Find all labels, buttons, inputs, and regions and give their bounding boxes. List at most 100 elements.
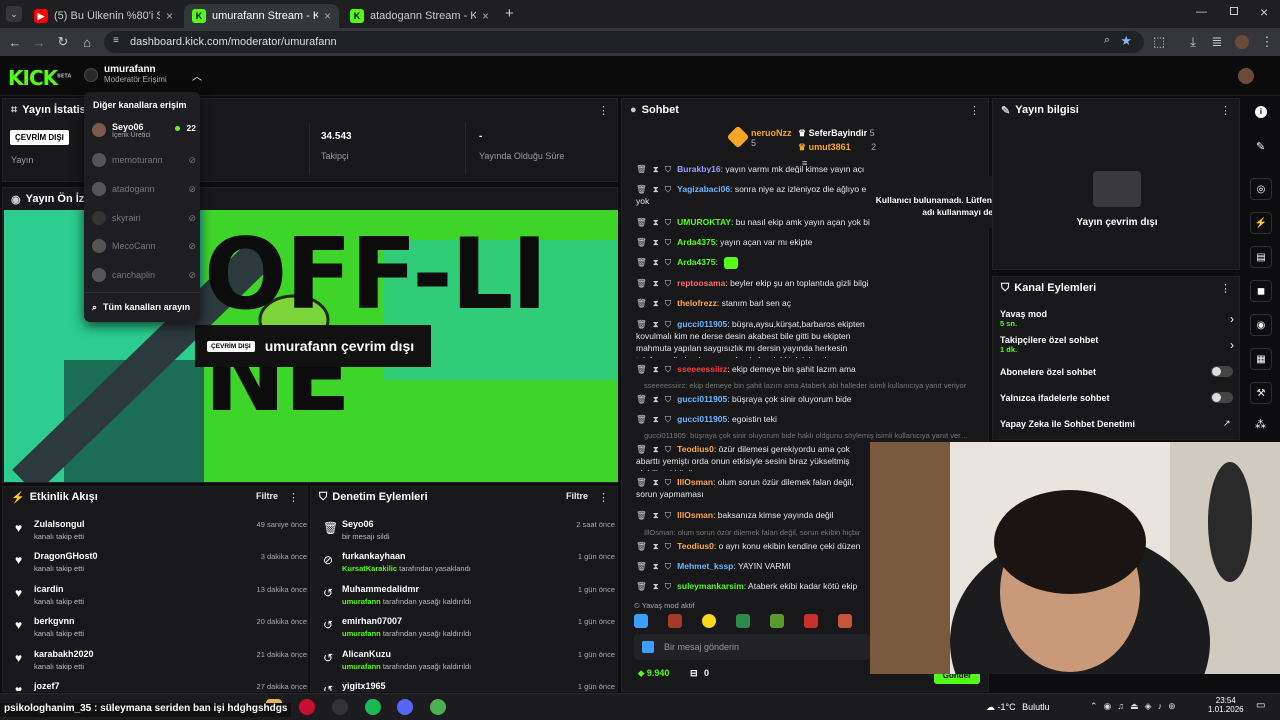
followers-only-setting[interactable]: Takipçilere özel sohbet 1 dk. › [1000, 335, 1234, 357]
more-icon[interactable]: ⋮ [1220, 282, 1231, 295]
chat-username[interactable]: Arda4375 [677, 257, 715, 267]
kick-logo[interactable]: KICKBETA [8, 66, 71, 90]
chat-username[interactable]: gucci011905 [677, 414, 727, 424]
channel-item-mecocann[interactable]: MecoCann ⊘ [92, 236, 196, 256]
profile-avatar[interactable] [1235, 35, 1249, 49]
more-icon[interactable]: ⋮ [288, 491, 299, 504]
timeout-icon[interactable]: ⧗ [653, 184, 659, 194]
timeout-icon[interactable]: ⧗ [653, 541, 659, 551]
chat-message[interactable]: 🗑 ⧗ ⛉ Yagizabaci06: sonra niye az izleniyoz… [636, 183, 870, 211]
emote-icon[interactable] [668, 614, 682, 628]
chat-message[interactable]: 🗑 ⧗ ⛉ Teodius0: o ayrı konu ekibin kendine … [636, 540, 870, 554]
chat-username[interactable]: Yagizabaci06 [677, 184, 730, 194]
filter-button[interactable]: Filtre [566, 491, 588, 501]
channel-item-skyrairi[interactable]: skyrairi ⊘ [92, 208, 196, 228]
moderation-item[interactable]: ↺ Muhammedalidmr umurafann tarafından ya… [319, 580, 615, 612]
gift-count[interactable]: ⊟ 0 [690, 668, 709, 679]
chevron-up-icon[interactable]: ︿ [192, 68, 202, 83]
edit-icon[interactable]: ✎ [1256, 140, 1265, 153]
user-avatar[interactable] [1238, 68, 1254, 84]
chat-message[interactable]: 🗑 ⧗ ⛉ gucci011905: egoistin teki [636, 413, 870, 427]
activity-item[interactable]: ♥ jozef7 27 dakika önce [11, 677, 307, 691]
download-icon[interactable]: ⤓ [1184, 33, 1202, 51]
chat-message[interactable]: 🗑 ⧗ ⛉ IllOsman: olum sorun özür dilemek fal… [636, 476, 870, 504]
minimize-icon[interactable]: — [1196, 6, 1207, 18]
timeout-icon[interactable]: ⧗ [653, 257, 659, 267]
restore-icon[interactable] [1230, 7, 1238, 15]
moderation-item[interactable]: ↺ emirhan07007 umurafann tarafından yasa… [319, 612, 615, 644]
chat-username[interactable]: Arda4375 [677, 237, 715, 247]
chat-message[interactable]: 🗑 ⧗ ⛉ Teodius0: özür dilemesi gerekiyordu a… [636, 443, 870, 471]
activity-item[interactable]: ♥ karabakh2020 kanalı takip etti 21 daki… [11, 645, 307, 677]
chat-username[interactable]: reptoosama [677, 278, 725, 288]
chat-message[interactable]: 🗑 ⧗ ⛉ thelofrezz: stanım barl sen aç [636, 297, 870, 311]
delete-icon[interactable]: 🗑 [636, 319, 647, 329]
forward-icon[interactable]: → [30, 33, 48, 51]
delete-icon[interactable]: 🗑 [636, 237, 647, 247]
delete-icon[interactable]: 🗑 [636, 477, 647, 487]
channel-item-canchaplin[interactable]: canchaplin ⊘ [92, 265, 196, 285]
back-icon[interactable]: ← [6, 33, 24, 51]
notification-icon[interactable]: ▭ [1256, 700, 1265, 711]
emote-picker-icon[interactable] [642, 641, 654, 653]
moderation-item[interactable]: ⊘ furkankayhaan KursatKarakilic tarafınd… [319, 547, 615, 579]
chat-message[interactable]: 🗑 ⧗ ⛉ suleymankarsim: Ataberk ekibi kadar k… [636, 580, 870, 594]
info-icon[interactable]: i [1255, 106, 1267, 118]
sidebar-broadcast-button[interactable]: ◉ [1250, 314, 1272, 336]
emote-icon[interactable] [838, 614, 852, 628]
channel-item-seyo06[interactable]: Seyo06 İçerik Üretici 22 [92, 120, 196, 140]
bookmark-star-icon[interactable]: ★ [1120, 33, 1132, 49]
sidebar-preview-button[interactable]: ◎ [1250, 178, 1272, 200]
delete-icon[interactable]: 🗑 [636, 541, 647, 551]
channel-item-memoturann[interactable]: memoturann ⊘ [92, 150, 196, 170]
delete-icon[interactable]: 🗑 [636, 510, 647, 520]
chat-username[interactable]: Mehmet_kssp [677, 561, 733, 571]
close-icon[interactable]: × [166, 9, 173, 23]
spotify-icon[interactable] [365, 699, 381, 715]
more-icon[interactable]: ⋮ [598, 491, 609, 504]
timeout-icon[interactable]: ⧗ [653, 237, 659, 247]
weather-widget[interactable]: ☁ -1°C Bulutlu [986, 702, 1050, 713]
external-link-icon[interactable]: ↗ [1223, 418, 1231, 429]
timeout-icon[interactable]: ⧗ [653, 477, 659, 487]
activity-item[interactable]: ♥ berkgvnn kanalı takip etti 20 dakika ö… [11, 612, 307, 644]
points-display[interactable]: ⬥ 9.940 [638, 668, 669, 679]
emote-icon[interactable] [702, 614, 716, 628]
emotes-only-toggle[interactable] [1211, 392, 1233, 403]
chat-message[interactable]: 🗑 ⧗ ⛉ Mehmet_kssp: YAYIN VARMI [636, 560, 870, 574]
sidebar-notes-button[interactable]: ▤ [1250, 246, 1272, 268]
chat-username[interactable]: IllOsman [677, 510, 713, 520]
chat-message[interactable]: 🗑 ⧗ ⛉ Arda4375: yayın açan var mı ekipte [636, 236, 870, 250]
delete-icon[interactable]: 🗑 [636, 184, 647, 194]
moderation-item[interactable]: ↺ yigitx1965 1 gün önce [319, 677, 615, 691]
close-icon[interactable]: × [324, 9, 331, 23]
delete-icon[interactable]: 🗑 [636, 394, 647, 404]
top-gifter-1[interactable] [726, 125, 750, 149]
delete-icon[interactable]: 🗑 [636, 364, 647, 374]
chat-username[interactable]: Burakby16 [677, 164, 720, 173]
subscribers-only-toggle[interactable] [1211, 366, 1233, 377]
sidebar-more-icon[interactable]: ⁂ [1255, 418, 1266, 431]
ai-moderation-label[interactable]: Yapay Zeka ile Sohbet Denetimi [1000, 419, 1135, 429]
menu-icon[interactable]: ⋮ [1258, 33, 1276, 51]
activity-item[interactable]: ♥ DragonGHost0 kanalı takip etti 3 dakik… [11, 547, 307, 579]
delete-icon[interactable]: 🗑 [636, 164, 647, 173]
delete-icon[interactable]: 🗑 [636, 561, 647, 571]
emote-icon[interactable] [770, 614, 784, 628]
close-window-icon[interactable]: × [1260, 4, 1268, 20]
chat-username[interactable]: thelofrezz [677, 298, 717, 308]
timeout-icon[interactable]: ⧗ [653, 278, 659, 288]
reload-icon[interactable]: ↻ [54, 33, 72, 51]
activity-item[interactable]: ♥ Zulalsongul kanalı takip etti 49 saniy… [11, 515, 307, 547]
sidebar-activity-button[interactable]: ⚡ [1250, 212, 1272, 234]
delete-icon[interactable]: 🗑 [636, 414, 647, 424]
clock[interactable]: 23:54 1.01.2026 [1208, 696, 1244, 714]
channel-avatar[interactable] [84, 68, 98, 82]
chat-message[interactable]: 🗑 ⧗ ⛉ gucci011905: büşraya çok sinir oluyor… [636, 393, 870, 407]
close-icon[interactable]: × [482, 9, 489, 23]
home-icon[interactable]: ⌂ [78, 33, 96, 51]
chat-message[interactable]: 🗑 ⧗ ⛉ Burakby16: yayın varmı mk değil kimse… [636, 163, 870, 173]
zoom-icon[interactable]: ⌕ [1104, 34, 1110, 47]
system-tray[interactable]: ⌃◉♫⏏◈♪⊕ [1090, 701, 1182, 712]
media-icon[interactable]: ≣ [1208, 33, 1226, 51]
